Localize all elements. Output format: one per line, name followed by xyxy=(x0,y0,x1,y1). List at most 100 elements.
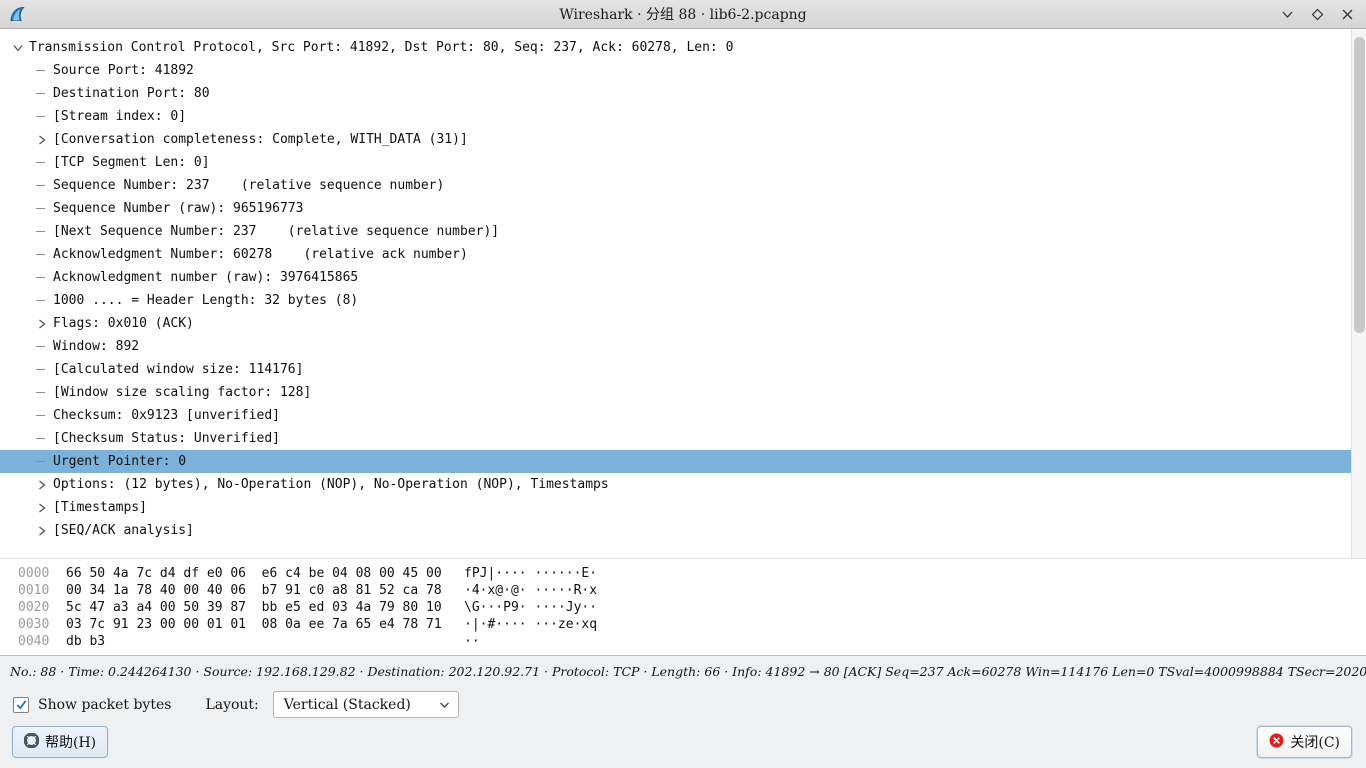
tree-item-label: Flags: 0x010 (ACK) xyxy=(53,316,194,331)
show-packet-bytes-checkbox[interactable]: Show packet bytes xyxy=(13,697,171,713)
window-controls xyxy=(1279,0,1356,28)
maximize-icon[interactable] xyxy=(1309,6,1326,23)
tree-item-label: Source Port: 41892 xyxy=(53,63,194,78)
hexdump-row[interactable]: 00205c 47 a3 a4 00 50 39 87 bb e5 ed 03 … xyxy=(18,600,1366,617)
chevron-right-icon[interactable] xyxy=(36,134,53,146)
tree-item[interactable]: [Next Sequence Number: 237 (relative seq… xyxy=(0,220,1366,243)
tree-item-label: Checksum: 0x9123 [unverified] xyxy=(53,408,280,423)
tree-item[interactable]: [Timestamps] xyxy=(0,496,1366,519)
tree-item[interactable]: [TCP Segment Len: 0] xyxy=(0,151,1366,174)
tree-item[interactable]: Urgent Pointer: 0 xyxy=(0,450,1366,473)
controls-row: Show packet bytes Layout: Vertical (Stac… xyxy=(0,679,1366,718)
hex-bytes: 5c 47 a3 a4 00 50 39 87 bb e5 ed 03 4a 7… xyxy=(66,600,464,617)
tree-branch-tick xyxy=(36,185,53,186)
chevron-right-icon[interactable] xyxy=(36,502,53,514)
hex-bytes: db b3 xyxy=(66,634,464,651)
window-title: Wireshark · 分组 88 · lib6-2.pcapng xyxy=(0,4,1366,24)
tree-branch-tick xyxy=(36,415,53,416)
layout-label: Layout: xyxy=(205,697,258,713)
hexdump-row[interactable]: 003003 7c 91 23 00 00 01 01 08 0a ee 7a … xyxy=(18,617,1366,634)
chevron-right-icon[interactable] xyxy=(36,318,53,330)
tree-branch-tick xyxy=(36,70,53,71)
hex-offset: 0040 xyxy=(18,634,66,651)
close-window-icon[interactable] xyxy=(1339,6,1356,23)
tree-item[interactable]: Options: (12 bytes), No-Operation (NOP),… xyxy=(0,473,1366,496)
layout-select-value: Vertical (Stacked) xyxy=(284,697,411,713)
chevron-right-icon[interactable] xyxy=(36,525,53,537)
hex-offset: 0020 xyxy=(18,600,66,617)
tree-item[interactable]: Destination Port: 80 xyxy=(0,82,1366,105)
tree-item[interactable]: Checksum: 0x9123 [unverified] xyxy=(0,404,1366,427)
tree-item[interactable]: Sequence Number: 237 (relative sequence … xyxy=(0,174,1366,197)
chevron-down-icon xyxy=(439,697,450,713)
tree-branch-tick xyxy=(36,231,53,232)
tree-item-label: 1000 .... = Header Length: 32 bytes (8) xyxy=(53,293,358,308)
tree-item[interactable]: [Stream index: 0] xyxy=(0,105,1366,128)
tree-item[interactable]: Source Port: 41892 xyxy=(0,59,1366,82)
minimize-icon[interactable] xyxy=(1279,6,1296,23)
tree-item[interactable]: Flags: 0x010 (ACK) xyxy=(0,312,1366,335)
close-button-label: 关闭(C) xyxy=(1290,732,1340,752)
packet-dialog: Wireshark · 分组 88 · lib6-2.pcapng Transm… xyxy=(0,0,1366,768)
hex-ascii: ·|·#···· ···ze·xq xyxy=(464,617,597,634)
tree-item-label: Acknowledgment number (raw): 3976415865 xyxy=(53,270,358,285)
tree-item-label: Window: 892 xyxy=(53,339,139,354)
hexdump-row[interactable]: 001000 34 1a 78 40 00 40 06 b7 91 c0 a8 … xyxy=(18,583,1366,600)
tree-item[interactable]: 1000 .... = Header Length: 32 bytes (8) xyxy=(0,289,1366,312)
tree-branch-tick xyxy=(36,461,53,462)
tree-item-label: [Conversation completeness: Complete, WI… xyxy=(53,132,468,147)
scrollbar-thumb[interactable] xyxy=(1354,37,1365,333)
buttons-row: 帮助(H) 关闭(C) xyxy=(12,726,1352,758)
checkbox-box[interactable] xyxy=(13,697,29,713)
tree-item[interactable]: [Calculated window size: 114176] xyxy=(0,358,1366,381)
tree-item-label: Options: (12 bytes), No-Operation (NOP),… xyxy=(53,477,609,492)
close-button[interactable]: 关闭(C) xyxy=(1257,726,1352,758)
hexdump-row[interactable]: 0040db b3·· xyxy=(18,634,1366,651)
tree-item-label: [Next Sequence Number: 237 (relative seq… xyxy=(53,224,499,239)
hex-bytes: 03 7c 91 23 00 00 01 01 08 0a ee 7a 65 e… xyxy=(66,617,464,634)
hexdump-row[interactable]: 000066 50 4a 7c d4 df e0 06 e6 c4 be 04 … xyxy=(18,566,1366,583)
packet-detail-tree: Transmission Control Protocol, Src Port:… xyxy=(0,29,1366,558)
tree-item-label: [TCP Segment Len: 0] xyxy=(53,155,210,170)
tree-item[interactable]: Acknowledgment Number: 60278 (relative a… xyxy=(0,243,1366,266)
tree-item[interactable]: Sequence Number (raw): 965196773 xyxy=(0,197,1366,220)
tree-branch-tick xyxy=(36,254,53,255)
tree-item[interactable]: [SEQ/ACK analysis] xyxy=(0,519,1366,542)
packet-bytes-pane: 000066 50 4a 7c d4 df e0 06 e6 c4 be 04 … xyxy=(0,558,1366,655)
tree-item-label: Sequence Number: 237 (relative sequence … xyxy=(53,178,444,193)
tree-branch-tick xyxy=(36,392,53,393)
hex-offset: 0000 xyxy=(18,566,66,583)
layout-select[interactable]: Vertical (Stacked) xyxy=(273,691,459,718)
tree-item[interactable]: [Conversation completeness: Complete, WI… xyxy=(0,128,1366,151)
tree-branch-tick xyxy=(36,162,53,163)
tree-item[interactable]: Transmission Control Protocol, Src Port:… xyxy=(0,36,1366,59)
help-button[interactable]: 帮助(H) xyxy=(12,726,108,758)
packet-summary: No.: 88 · Time: 0.244264130 · Source: 19… xyxy=(0,656,1366,679)
tree-item-label: [SEQ/ACK analysis] xyxy=(53,523,194,538)
hex-bytes: 66 50 4a 7c d4 df e0 06 e6 c4 be 04 08 0… xyxy=(66,566,464,583)
tree-item-label: [Stream index: 0] xyxy=(53,109,186,124)
hex-ascii: ·4·x@·@· ·····R·x xyxy=(464,583,597,600)
tree-item-label: [Window size scaling factor: 128] xyxy=(53,385,311,400)
tree-branch-tick xyxy=(36,208,53,209)
tree-item[interactable]: [Checksum Status: Unverified] xyxy=(0,427,1366,450)
hex-ascii: ·· xyxy=(464,634,480,651)
help-button-label: 帮助(H) xyxy=(45,732,96,752)
chevron-down-icon[interactable] xyxy=(12,42,29,54)
tree-branch-tick xyxy=(36,277,53,278)
tree-branch-tick xyxy=(36,300,53,301)
help-icon xyxy=(24,733,39,752)
tree-item[interactable]: Window: 892 xyxy=(0,335,1366,358)
tree-item[interactable]: [Window size scaling factor: 128] xyxy=(0,381,1366,404)
tree-item-label: Sequence Number (raw): 965196773 xyxy=(53,201,303,216)
show-packet-bytes-label: Show packet bytes xyxy=(38,697,171,713)
chevron-right-icon[interactable] xyxy=(36,479,53,491)
tree-scrollbar[interactable] xyxy=(1351,29,1366,558)
dialog-footer: No.: 88 · Time: 0.244264130 · Source: 19… xyxy=(0,655,1366,768)
tree-item[interactable]: Acknowledgment number (raw): 3976415865 xyxy=(0,266,1366,289)
close-circle-icon xyxy=(1269,733,1284,752)
titlebar[interactable]: Wireshark · 分组 88 · lib6-2.pcapng xyxy=(0,0,1366,29)
tree-item-label: [Checksum Status: Unverified] xyxy=(53,431,280,446)
tree-branch-tick xyxy=(36,369,53,370)
tree-branch-tick xyxy=(36,346,53,347)
